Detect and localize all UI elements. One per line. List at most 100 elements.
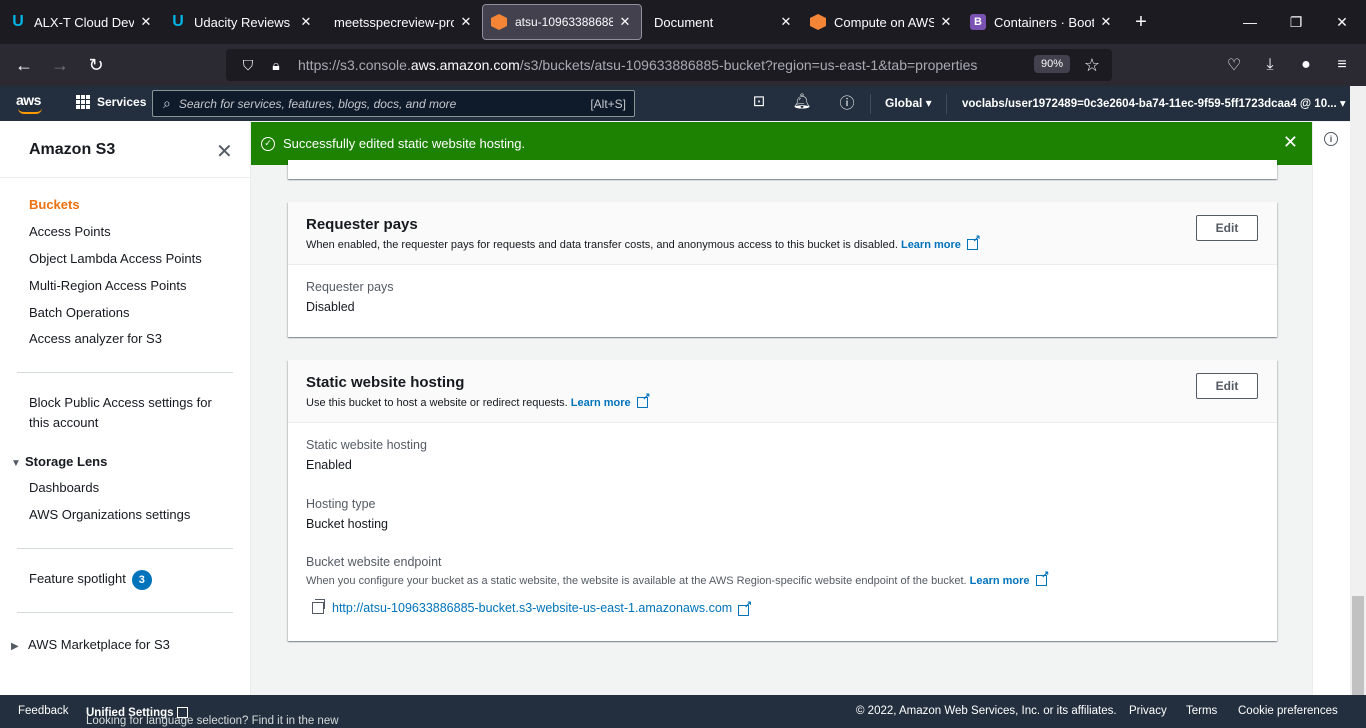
pocket-icon[interactable]: ♡ (1216, 44, 1252, 86)
browser-tab[interactable]: U ALX-T Cloud DevOps ✕ (2, 4, 162, 40)
udacity-icon: U (172, 13, 184, 30)
feedback-link[interactable]: Feedback (18, 705, 69, 717)
notification-count-badge: 3 (131, 570, 152, 590)
sidebar-item-access-analyzer[interactable]: Access analyzer for S3 (29, 329, 162, 349)
edit-static-hosting-button[interactable]: Edit (1196, 373, 1258, 399)
external-link-icon (176, 707, 188, 718)
lock-icon[interactable]: 🔒︎ (264, 57, 288, 74)
sidebar-section-storage-lens[interactable]: ▼ Storage Lens (11, 454, 107, 469)
learn-more-link[interactable]: Learn more (571, 397, 631, 409)
aws-cube-icon (810, 14, 826, 30)
close-tab-icon[interactable]: ✕ (458, 14, 474, 30)
field-label: Static website hosting (306, 438, 427, 452)
caret-down-icon: ▼ (11, 458, 21, 469)
caret-right-icon: ▶ (11, 641, 19, 652)
check-circle-icon: ✓ (261, 136, 275, 151)
field-value: Bucket hosting (306, 517, 388, 531)
menu-icon[interactable]: ≡ (1324, 44, 1360, 86)
minimize-icon[interactable]: — (1226, 0, 1274, 44)
udacity-icon: U (12, 13, 24, 30)
search-shortcut: [Alt+S] (590, 96, 626, 111)
sidebar-item-marketplace[interactable]: ▶ AWS Marketplace for S3 (11, 637, 170, 652)
previous-panel-edge (288, 160, 1277, 179)
sidebar-item-multi-region[interactable]: Multi-Region Access Points (29, 276, 187, 296)
grid-icon (76, 95, 90, 109)
account-menu[interactable]: voclabs/user1972489=0c3e2604-ba74-11ec-9… (962, 96, 1346, 110)
browser-tab[interactable]: meetsspecreview-project ✕ (322, 4, 482, 40)
sidebar-item-org-settings[interactable]: AWS Organizations settings (29, 505, 190, 525)
console-footer: Feedback Looking for language selection?… (0, 695, 1366, 728)
console-search[interactable]: ⌕ [Alt+S] (152, 90, 635, 117)
bookmark-star-icon[interactable]: ☆ (1084, 55, 1100, 76)
privacy-link[interactable]: Privacy (1129, 705, 1167, 717)
notifications-bell-icon[interactable]: 🔔︎ (790, 92, 814, 110)
bucket-endpoint: http://atsu-109633886885-bucket.s3-websi… (312, 599, 752, 616)
sidebar-item-access-points[interactable]: Access Points (29, 222, 111, 242)
panel-description: When enabled, the requester pays for req… (306, 234, 1259, 251)
external-link-icon (738, 600, 752, 616)
sidebar-item-dashboards[interactable]: Dashboards (29, 478, 99, 498)
close-tab-icon[interactable]: ✕ (298, 14, 314, 30)
browser-tab[interactable]: B Containers · Bootstrap ✕ (962, 4, 1122, 40)
aws-logo[interactable]: aws (16, 92, 42, 114)
download-icon[interactable]: ⤓ (1252, 44, 1288, 86)
close-tab-icon[interactable]: ✕ (938, 14, 954, 30)
help-icon[interactable]: ⓘ (835, 92, 859, 113)
info-panel-icon[interactable]: i (1324, 132, 1338, 146)
learn-more-link[interactable]: Learn more (901, 239, 961, 251)
cookie-preferences-link[interactable]: Cookie preferences (1238, 705, 1338, 717)
page-scrollbar[interactable] (1350, 86, 1366, 695)
cloudshell-icon[interactable]: ⊡ (747, 92, 771, 110)
field-label: Hosting type (306, 497, 376, 511)
sidebar-title: Amazon S3 (29, 141, 116, 158)
terms-link[interactable]: Terms (1186, 705, 1217, 717)
static-website-hosting-panel: Static website hosting Use this bucket t… (288, 360, 1277, 641)
bootstrap-icon: B (970, 14, 986, 30)
close-sidebar-icon[interactable]: ✕ (216, 139, 233, 164)
zoom-level[interactable]: 90% (1034, 55, 1071, 73)
dismiss-flash-icon[interactable]: ✕ (1283, 132, 1298, 153)
copyright: © 2022, Amazon Web Services, Inc. or its… (856, 705, 1117, 717)
services-menu-button[interactable]: Services (76, 95, 146, 109)
close-tab-icon[interactable]: ✕ (617, 14, 633, 30)
copy-icon[interactable] (312, 599, 325, 614)
sidebar-item-block-public-access[interactable]: Block Public Access settings for this acc… (29, 393, 212, 433)
browser-tab-active[interactable]: atsu-109633886885-bucket ✕ (482, 4, 642, 40)
sidebar-item-object-lambda[interactable]: Object Lambda Access Points (29, 249, 202, 269)
search-input[interactable] (178, 96, 591, 111)
window-close-icon[interactable]: ✕ (1318, 0, 1366, 44)
field-label: Bucket website endpoint (306, 555, 442, 569)
browser-navbar: ← → ↻ ⛉ 🔒︎ https://s3.console.aws.amazon… (0, 44, 1366, 86)
account-icon[interactable]: ● (1288, 44, 1324, 86)
sidebar-item-feature-spotlight[interactable]: Feature spotlight 3 (29, 569, 152, 590)
requester-pays-panel: Requester pays When enabled, the request… (288, 202, 1277, 337)
url-text[interactable]: https://s3.console.aws.amazon.com/s3/buc… (298, 57, 977, 73)
restore-icon[interactable]: ❐ (1272, 0, 1320, 44)
browser-tab[interactable]: Document ✕ (642, 4, 802, 40)
edit-requester-pays-button[interactable]: Edit (1196, 215, 1258, 241)
url-bar[interactable]: ⛉ 🔒︎ https://s3.console.aws.amazon.com/s… (226, 49, 1112, 81)
region-selector[interactable]: Global ▾ (885, 96, 932, 110)
sidebar-item-buckets[interactable]: Buckets (29, 195, 80, 215)
close-tab-icon[interactable]: ✕ (138, 14, 154, 30)
browser-tab[interactable]: Compute on AWS - ✕ (802, 4, 962, 40)
new-tab-button[interactable]: + (1126, 7, 1156, 37)
close-tab-icon[interactable]: ✕ (1098, 14, 1114, 30)
learn-more-link[interactable]: Learn more (970, 575, 1030, 587)
forward-arrow-icon[interactable]: → (42, 49, 78, 81)
field-value: Enabled (306, 458, 352, 472)
success-flash-banner: ✓ Successfully edited static website hos… (251, 122, 1312, 165)
panel-description: Use this bucket to host a website or red… (306, 392, 1259, 409)
panel-title: Requester pays (306, 216, 418, 233)
shield-icon[interactable]: ⛉ (236, 57, 260, 74)
external-link-icon (1035, 570, 1050, 586)
field-value: Disabled (306, 300, 355, 314)
browser-tab[interactable]: U Udacity Reviews ✕ (162, 4, 322, 40)
close-tab-icon[interactable]: ✕ (778, 14, 794, 30)
endpoint-link[interactable]: http://atsu-109633886885-bucket.s3-websi… (332, 601, 732, 615)
search-icon: ⌕ (163, 95, 171, 111)
reload-icon[interactable]: ↻ (78, 49, 114, 81)
language-notice: Looking for language selection? Find it … (86, 707, 339, 727)
sidebar-item-batch-operations[interactable]: Batch Operations (29, 303, 129, 323)
back-arrow-icon[interactable]: ← (6, 49, 42, 81)
